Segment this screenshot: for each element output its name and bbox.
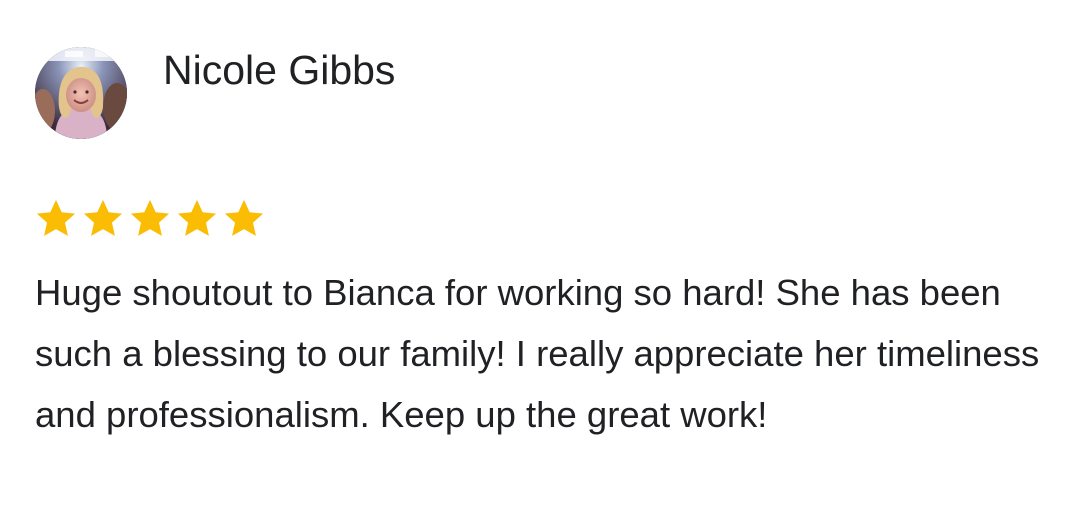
star-icon bbox=[36, 199, 76, 236]
star-icon bbox=[130, 199, 170, 236]
review-text: Huge shoutout to Bianca for working so h… bbox=[35, 272, 1040, 435]
star-icon bbox=[83, 199, 123, 236]
avatar[interactable] bbox=[35, 47, 127, 139]
star-icon bbox=[177, 199, 217, 236]
avatar-photo-icon bbox=[35, 47, 127, 139]
review-card: Nicole Gibbs Huge shoutout to Bianca for… bbox=[0, 0, 1068, 526]
star-icon bbox=[224, 199, 264, 236]
reviewer-name[interactable]: Nicole Gibbs bbox=[163, 44, 395, 96]
star-rating bbox=[33, 197, 267, 241]
